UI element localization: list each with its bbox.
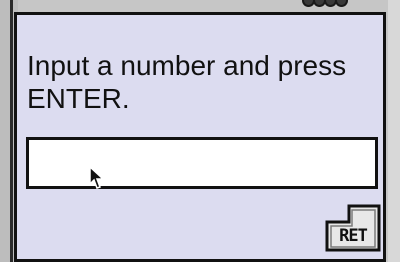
screen: Input a number and press ENTER. RET [0, 0, 400, 262]
background-window-edge-right [388, 0, 400, 262]
number-input-field[interactable] [26, 137, 378, 189]
return-key-button[interactable]: RET [325, 204, 381, 252]
background-icon [302, 0, 352, 10]
return-key-label: RET [339, 226, 368, 246]
number-input-dialog: Input a number and press ENTER. RET [14, 12, 386, 262]
mouse-pointer-icon [89, 166, 105, 189]
dialog-prompt-text: Input a number and press ENTER. [27, 50, 347, 114]
